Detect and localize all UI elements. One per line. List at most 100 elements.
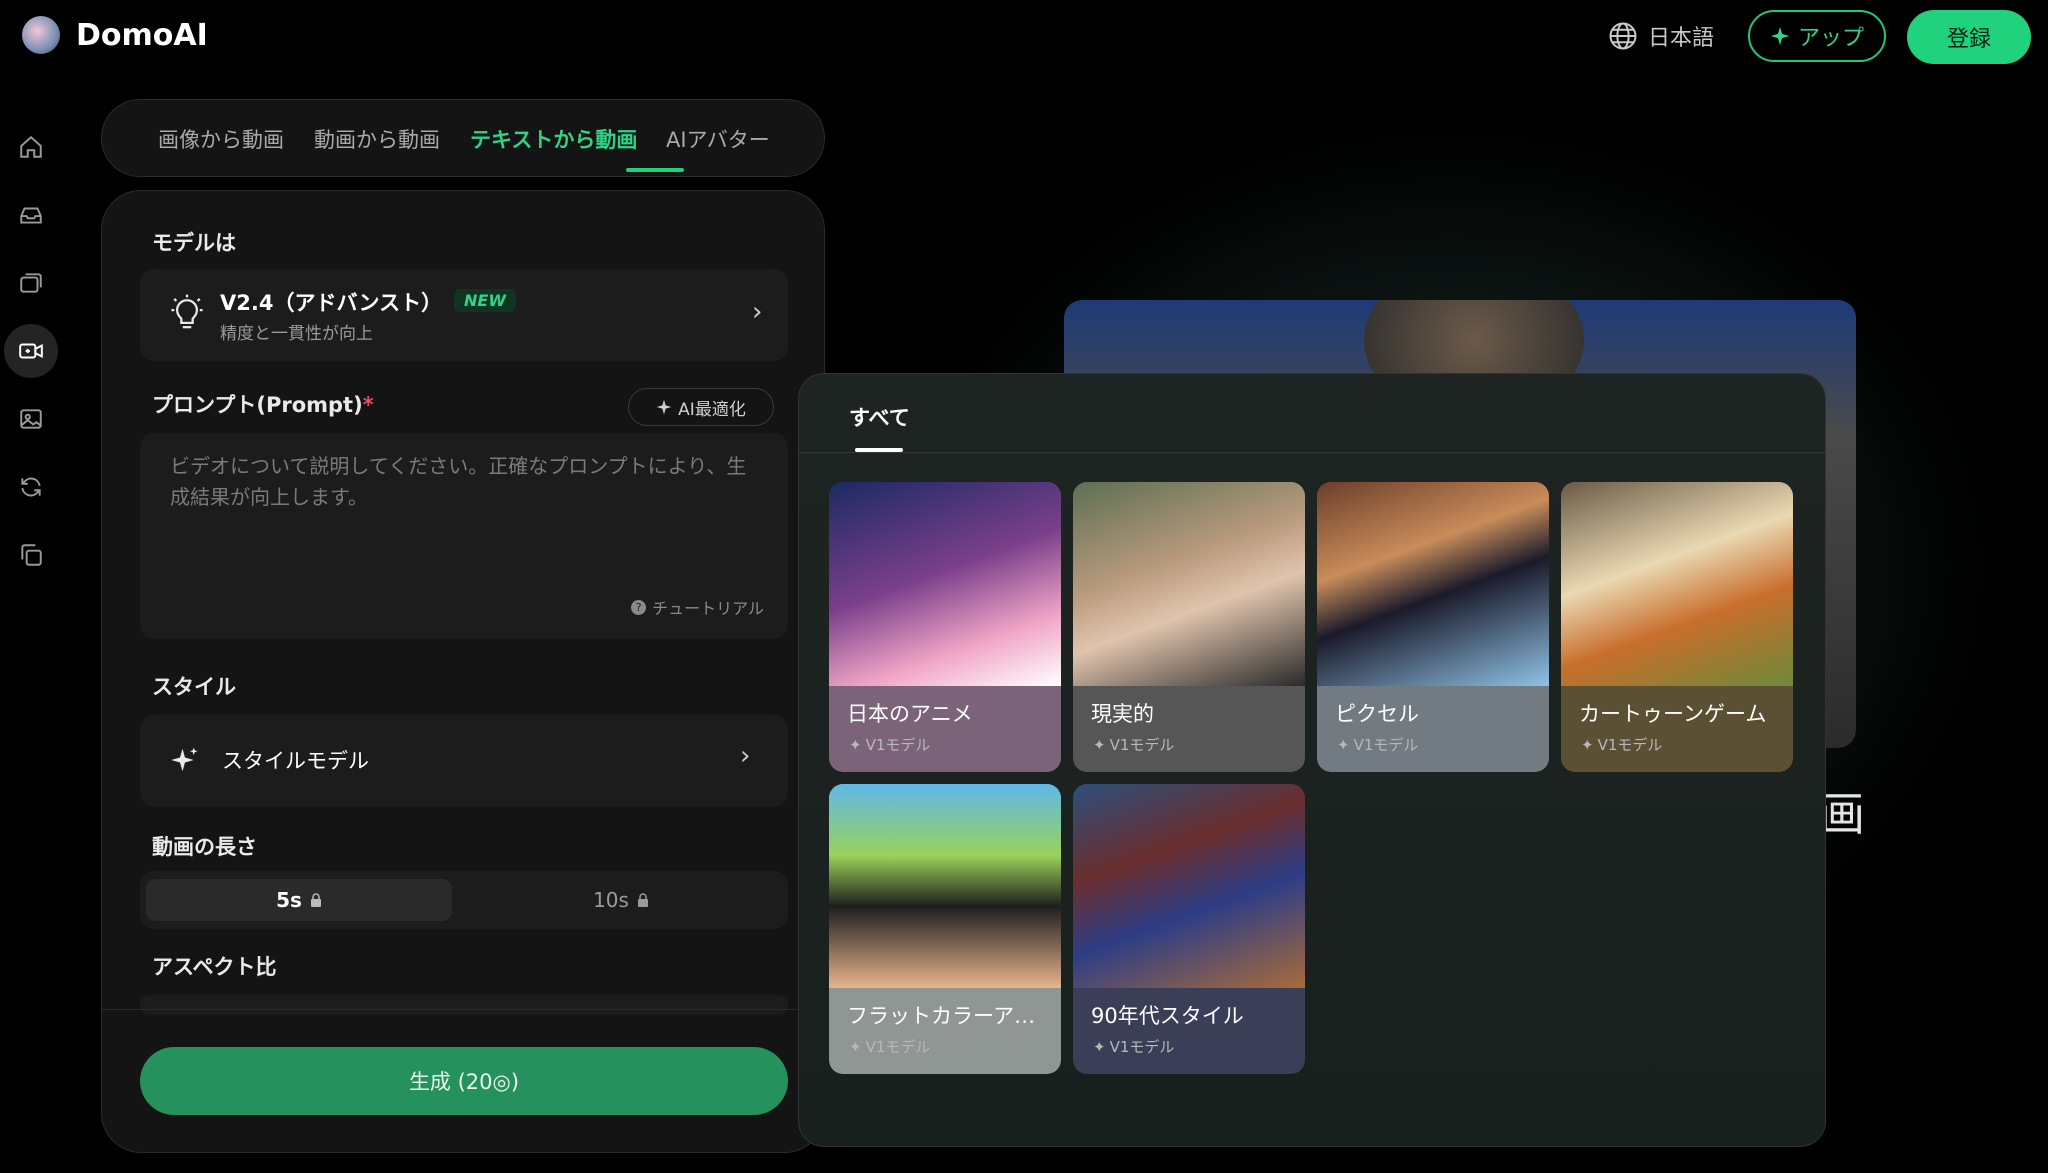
style-model-label: V1モデル bbox=[1109, 1038, 1175, 1056]
sidebar-item-gallery[interactable] bbox=[4, 256, 58, 310]
style-name: 日本のアニメ bbox=[847, 702, 973, 726]
sparkle-icon bbox=[171, 747, 198, 772]
language-label: 日本語 bbox=[1648, 26, 1715, 51]
register-button[interactable]: 登録 bbox=[1907, 10, 2031, 64]
aspect-ratio-selector[interactable] bbox=[140, 995, 788, 1015]
anime-thumbnail bbox=[829, 482, 1061, 686]
panel-divider bbox=[102, 1009, 824, 1010]
sidebar-item-refresh[interactable] bbox=[4, 460, 58, 514]
tab-text-to-video[interactable]: テキストから動画 bbox=[470, 124, 637, 154]
lock-icon bbox=[310, 893, 321, 907]
home-icon bbox=[20, 135, 42, 158]
duration-5s-label: 5s bbox=[276, 888, 302, 912]
active-tab-indicator bbox=[626, 168, 684, 172]
style-card-pixel[interactable]: ピクセル ✦ V1モデル bbox=[1317, 482, 1549, 772]
style-model: ✦ V1モデル bbox=[1093, 734, 1174, 755]
style-popup: すべて 日本のアニメ ✦ V1モデル 現実的 ✦ V1モデル ピクセル ✦ V1モデル… bbox=[798, 373, 1826, 1147]
pixel-thumbnail bbox=[1317, 482, 1549, 686]
settings-panel: モデルは V2.4（アドバンスト） NEW 精度と一貫性が向上 › プロンプト(… bbox=[101, 190, 825, 1153]
style-label: スタイル bbox=[152, 675, 236, 699]
globe-icon bbox=[1609, 22, 1637, 50]
duration-10s-label: 10s bbox=[593, 888, 629, 912]
cartoon-game-thumbnail bbox=[1561, 482, 1793, 686]
sparkle-icon bbox=[1770, 26, 1790, 46]
mode-tabs: 画像から動画 動画から動画 テキストから動画 AIアバター bbox=[101, 99, 825, 177]
duration-label: 動画の長さ bbox=[152, 835, 257, 859]
duration-10s[interactable]: 10s bbox=[468, 879, 774, 921]
prompt-textarea[interactable]: ビデオについて説明してください。正確なプロンプトにより、生成結果が向上します。 … bbox=[140, 433, 788, 639]
sparkle-icon: ✦ bbox=[849, 1037, 862, 1056]
style-model: ✦ V1モデル bbox=[1093, 1036, 1174, 1057]
help-icon: ? bbox=[631, 599, 647, 615]
new-badge: NEW bbox=[454, 289, 516, 312]
header: DomoAI 日本語 アップ 登録 bbox=[0, 0, 2048, 74]
sidebar-item-copy[interactable] bbox=[4, 528, 58, 582]
sidebar-item-inbox[interactable] bbox=[4, 188, 58, 242]
realistic-thumbnail bbox=[1073, 482, 1305, 686]
required-mark: * bbox=[362, 393, 374, 417]
gallery-icon bbox=[20, 273, 42, 293]
style-card-90s-style[interactable]: 90年代スタイル ✦ V1モデル bbox=[1073, 784, 1305, 1074]
lightbulb-icon bbox=[171, 294, 203, 329]
style-model-label: V1モデル bbox=[1109, 736, 1175, 754]
model-selector[interactable]: V2.4（アドバンスト） NEW 精度と一貫性が向上 › bbox=[140, 269, 788, 361]
style-name: フラットカラーア… bbox=[847, 1004, 1036, 1028]
prompt-label: プロンプト(Prompt)* bbox=[152, 389, 374, 419]
style-name: 現実的 bbox=[1091, 702, 1154, 726]
model-name: V2.4（アドバンスト） bbox=[220, 291, 443, 315]
style-model-selector[interactable]: スタイルモデル › bbox=[140, 715, 788, 807]
style-model: ✦ V1モデル bbox=[849, 734, 930, 755]
refresh-icon bbox=[21, 477, 41, 497]
popup-divider bbox=[799, 452, 1825, 453]
duration-5s[interactable]: 5s bbox=[146, 879, 452, 921]
style-name: 90年代スタイル bbox=[1091, 1004, 1244, 1028]
style-card-anime[interactable]: 日本のアニメ ✦ V1モデル bbox=[829, 482, 1061, 772]
sidebar bbox=[0, 120, 62, 596]
style-model-label: スタイルモデル bbox=[222, 749, 369, 773]
chevron-right-icon: › bbox=[740, 741, 751, 771]
app-button-label: アップ bbox=[1797, 26, 1864, 51]
sparkle-icon bbox=[656, 399, 672, 415]
language-selector[interactable]: 日本語 bbox=[1608, 20, 1714, 52]
model-description: 精度と一貫性が向上 bbox=[220, 324, 373, 344]
tab-image-to-video[interactable]: 画像から動画 bbox=[158, 124, 284, 154]
prompt-placeholder: ビデオについて説明してください。正確なプロンプトにより、生成結果が向上します。 bbox=[170, 454, 747, 509]
tutorial-link[interactable]: ? チュートリアル bbox=[631, 595, 764, 619]
video-icon bbox=[19, 343, 43, 359]
sidebar-item-home[interactable] bbox=[4, 120, 58, 174]
style-card-realistic[interactable]: 現実的 ✦ V1モデル bbox=[1073, 482, 1305, 772]
prompt-label-text: プロンプト(Prompt) bbox=[152, 393, 363, 417]
flat-color-thumbnail bbox=[829, 784, 1061, 988]
app-name[interactable]: DomoAI bbox=[76, 18, 208, 53]
style-card-cartoon-game[interactable]: カートゥーンゲーム ✦ V1モデル bbox=[1561, 482, 1793, 772]
style-model-label: V1モデル bbox=[1353, 736, 1419, 754]
sidebar-item-text-to-video[interactable] bbox=[4, 324, 58, 378]
model-label: モデルは bbox=[152, 231, 236, 255]
tab-ai-avatar[interactable]: AIアバター bbox=[666, 124, 770, 154]
sparkle-icon: ✦ bbox=[1337, 735, 1350, 754]
style-name: カートゥーンゲーム bbox=[1579, 702, 1767, 726]
style-card-flat-color[interactable]: フラットカラーア… ✦ V1モデル bbox=[829, 784, 1061, 1074]
style-model-label: V1モデル bbox=[865, 1038, 931, 1056]
tutorial-label: チュートリアル bbox=[652, 599, 764, 618]
style-model: ✦ V1モデル bbox=[1337, 734, 1418, 755]
tab-all[interactable]: すべて bbox=[849, 402, 910, 432]
ai-optimize-label: AI最適化 bbox=[678, 399, 746, 420]
sparkle-icon: ✦ bbox=[1581, 735, 1594, 754]
ai-optimize-button[interactable]: AI最適化 bbox=[628, 388, 774, 426]
style-model: ✦ V1モデル bbox=[849, 1036, 930, 1057]
aspect-ratio-label: アスペクト比 bbox=[152, 955, 277, 979]
logo-avatar-icon[interactable] bbox=[22, 16, 60, 54]
style-name: ピクセル bbox=[1335, 702, 1419, 726]
chevron-right-icon: › bbox=[752, 297, 763, 327]
sparkle-icon: ✦ bbox=[849, 735, 862, 754]
90s-style-thumbnail bbox=[1073, 784, 1305, 988]
app-button[interactable]: アップ bbox=[1748, 10, 1886, 62]
generate-button[interactable]: 生成 (20◎) bbox=[140, 1047, 788, 1115]
duration-selector: 5s 10s bbox=[140, 871, 788, 929]
sidebar-item-image[interactable] bbox=[4, 392, 58, 446]
image-icon bbox=[20, 409, 42, 429]
style-model-label: V1モデル bbox=[865, 736, 931, 754]
sparkle-icon: ✦ bbox=[1093, 735, 1106, 754]
tab-video-to-video[interactable]: 動画から動画 bbox=[314, 124, 440, 154]
